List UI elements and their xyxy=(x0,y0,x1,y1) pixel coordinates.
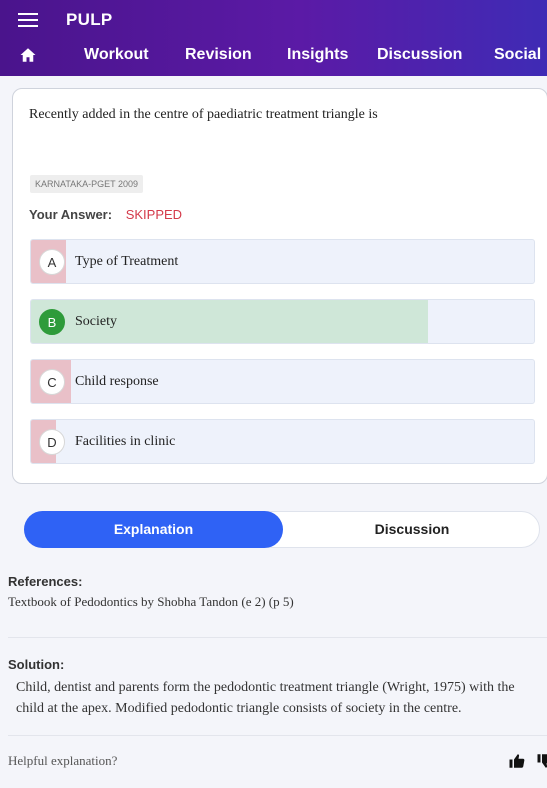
app-title: PULP xyxy=(66,10,113,29)
option-c-text: Child response xyxy=(75,374,159,389)
nav-insights[interactable]: Insights xyxy=(287,46,348,64)
menu-icon[interactable] xyxy=(18,13,38,27)
solution-heading: Solution: xyxy=(8,657,65,672)
question-text: Recently added in the centre of paediatr… xyxy=(29,107,378,122)
option-c[interactable]: C Child response xyxy=(30,359,535,404)
option-c-letter: C xyxy=(39,369,65,395)
thumbs-up-icon[interactable] xyxy=(508,752,526,770)
helpful-prompt: Helpful explanation? xyxy=(8,753,118,768)
your-answer: Your Answer: SKIPPED xyxy=(29,207,182,222)
tab-discussion[interactable]: Discussion xyxy=(283,511,541,548)
home-icon[interactable] xyxy=(19,46,37,64)
tab-explanation[interactable]: Explanation xyxy=(24,511,283,548)
exam-tag: KARNATAKA-PGET 2009 xyxy=(30,175,144,193)
solution-text: Child, dentist and parents form the pedo… xyxy=(16,680,515,716)
app-header: PULP Workout Revision Insights Discussio… xyxy=(0,0,547,76)
divider xyxy=(8,637,547,638)
option-a[interactable]: A Type of Treatment xyxy=(30,239,535,284)
divider xyxy=(8,735,547,736)
references-text: Textbook of Pedodontics by Shobha Tandon… xyxy=(8,594,294,609)
option-d[interactable]: D Facilities in clinic xyxy=(30,419,535,464)
option-b[interactable]: B Society xyxy=(30,299,535,344)
top-nav: Workout Revision Insights Discussion Soc… xyxy=(0,40,547,72)
option-d-text: Facilities in clinic xyxy=(75,434,176,449)
option-b-letter: B xyxy=(39,309,65,335)
option-d-letter: D xyxy=(39,429,65,455)
option-a-letter: A xyxy=(39,249,65,275)
thumbs-down-icon[interactable] xyxy=(536,752,547,770)
question-card: Recently added in the centre of paediatr… xyxy=(12,88,547,484)
nav-workout[interactable]: Workout xyxy=(84,46,149,64)
references-heading: References: xyxy=(8,574,83,589)
nav-social[interactable]: Social xyxy=(494,46,541,64)
option-b-text: Society xyxy=(75,314,117,329)
your-answer-label: Your Answer: xyxy=(29,207,113,222)
option-a-text: Type of Treatment xyxy=(75,254,179,269)
explanation-tabs: Explanation Discussion xyxy=(24,511,540,548)
your-answer-value: SKIPPED xyxy=(125,207,183,222)
nav-revision[interactable]: Revision xyxy=(185,46,252,64)
nav-discussion[interactable]: Discussion xyxy=(377,46,462,64)
